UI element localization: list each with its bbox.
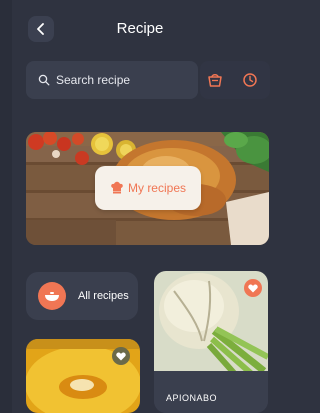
clock-icon [243, 73, 257, 87]
heart-icon [116, 352, 126, 360]
favorite-button[interactable] [112, 347, 130, 365]
page-title: Recipe [116, 20, 164, 37]
all-recipes-button[interactable]: All recipes [26, 272, 138, 320]
search-placeholder: Search recipe [56, 73, 131, 87]
all-recipes-label: All recipes [78, 290, 129, 302]
recipe-name: APIONABO [166, 393, 218, 403]
top-bar: Recipe [0, 0, 280, 60]
basket-icon [208, 74, 222, 87]
recipe-card[interactable]: APIONABO [154, 271, 268, 413]
frame-edge [0, 0, 12, 413]
basket-button[interactable] [205, 70, 225, 90]
my-recipes-button[interactable]: My recipes [95, 166, 201, 210]
search-icon [38, 74, 50, 86]
bowl-icon [38, 282, 66, 310]
search-input[interactable]: Search recipe [26, 61, 198, 99]
my-recipes-label: My recipes [127, 181, 186, 195]
heart-icon [248, 284, 258, 292]
recipe-card[interactable] [26, 339, 140, 413]
history-button[interactable] [240, 70, 260, 90]
chef-hat-icon [110, 181, 124, 195]
favorite-button[interactable] [244, 279, 262, 297]
